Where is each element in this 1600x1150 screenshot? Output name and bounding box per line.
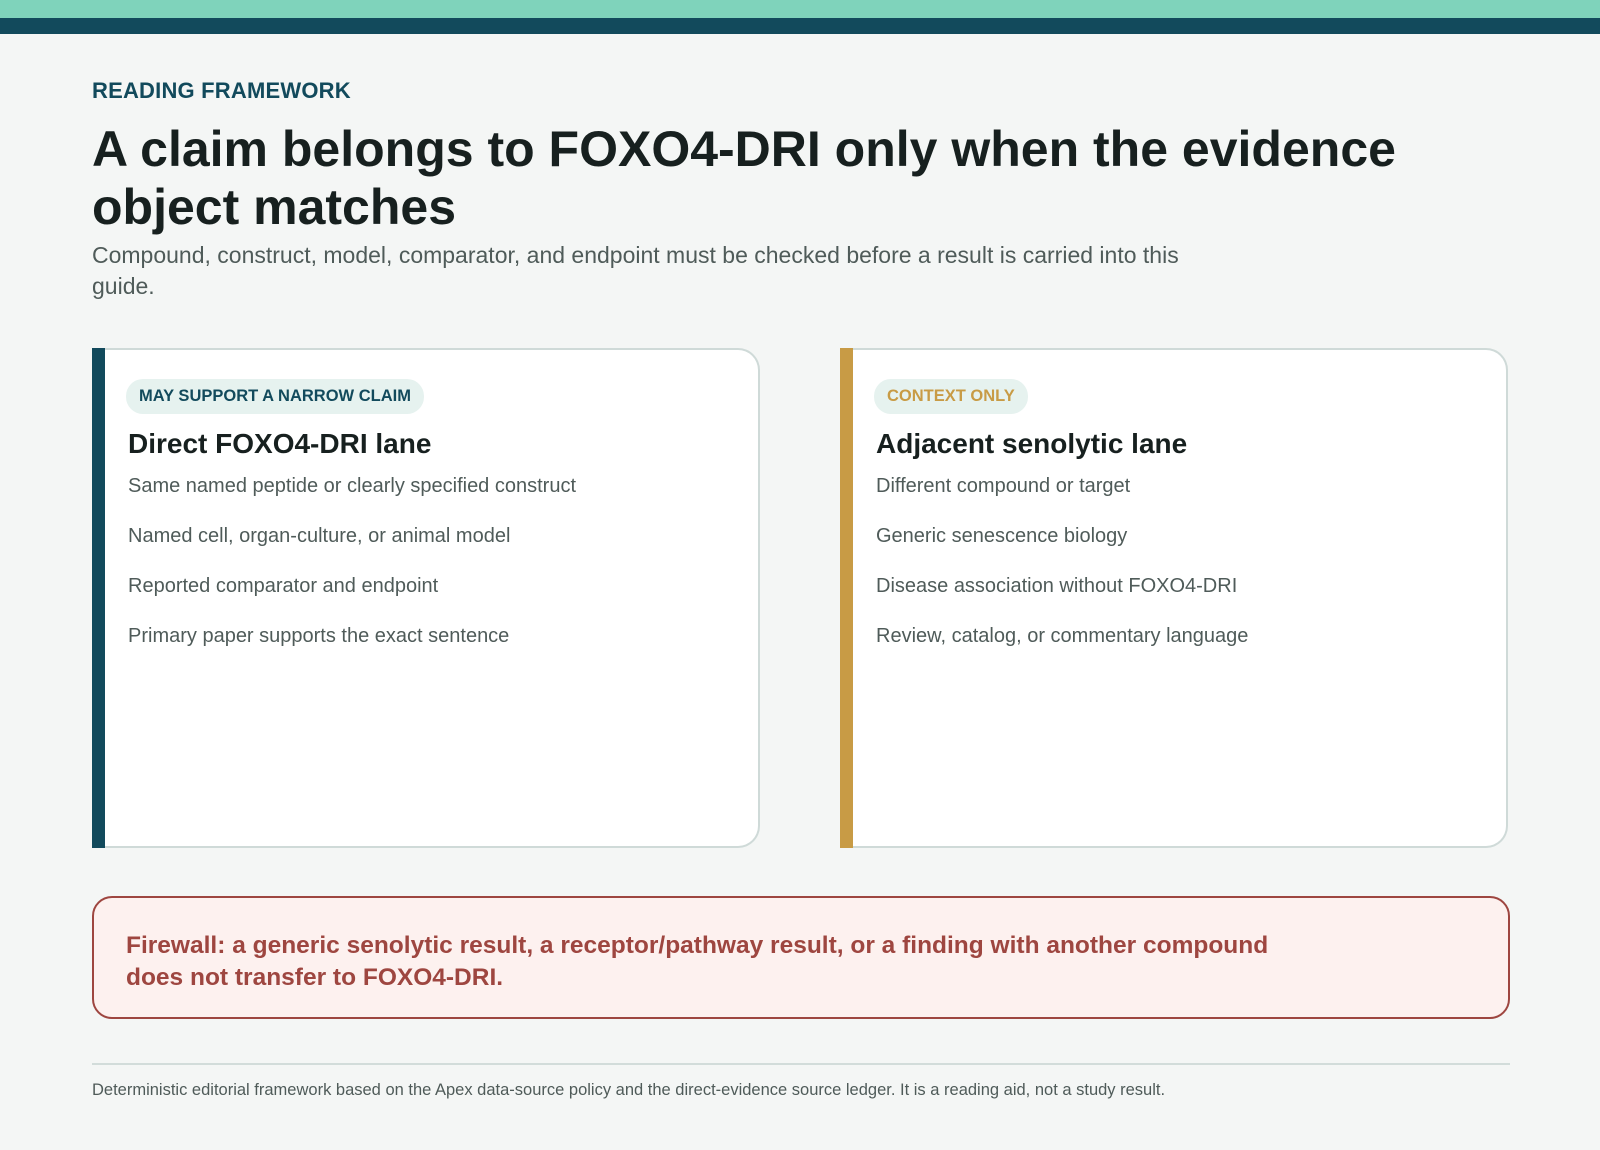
list-item: Different compound or target	[876, 475, 1131, 497]
page-title: A claim belongs to FOXO4-DRI only when t…	[92, 121, 1396, 235]
firewall-callout: Firewall: a generic senolytic result, a …	[92, 896, 1510, 1019]
list-item: Primary paper supports the exact sentenc…	[128, 625, 510, 647]
adjacent-lane-badge: CONTEXT ONLY	[874, 379, 1028, 414]
direct-lane-stripe	[92, 348, 105, 848]
list-item: Disease association without FOXO4-DRI	[876, 575, 1238, 597]
top-accent-band	[0, 0, 1600, 18]
adjacent-lane-criteria: Different compound or target Generic sen…	[876, 474, 1248, 674]
direct-lane-card: MAY SUPPORT A NARROW CLAIM Direct FOXO4-…	[92, 348, 760, 848]
adjacent-lane-title: Adjacent senolytic lane	[876, 428, 1188, 459]
direct-lane-title: Direct FOXO4-DRI lane	[128, 428, 432, 459]
footer-divider	[92, 1063, 1510, 1065]
adjacent-lane-stripe	[840, 348, 853, 848]
section-eyebrow: READING FRAMEWORK	[92, 78, 351, 103]
list-item: Reported comparator and endpoint	[128, 575, 439, 597]
footer-note: Deterministic editorial framework based …	[92, 1081, 1166, 1099]
list-item: Generic senescence biology	[876, 525, 1128, 547]
list-item: Review, catalog, or commentary language	[876, 625, 1249, 647]
list-item: Same named peptide or clearly specified …	[128, 475, 577, 497]
direct-lane-criteria: Same named peptide or clearly specified …	[128, 474, 576, 674]
adjacent-lane-card: CONTEXT ONLY Adjacent senolytic lane Dif…	[840, 348, 1508, 848]
page-subtitle: Compound, construct, model, comparator, …	[92, 242, 1179, 299]
top-header-band	[0, 18, 1600, 34]
direct-lane-badge: MAY SUPPORT A NARROW CLAIM	[126, 379, 424, 414]
firewall-text: Firewall: a generic senolytic result, a …	[126, 932, 1269, 991]
list-item: Named cell, organ-culture, or animal mod…	[128, 525, 511, 547]
